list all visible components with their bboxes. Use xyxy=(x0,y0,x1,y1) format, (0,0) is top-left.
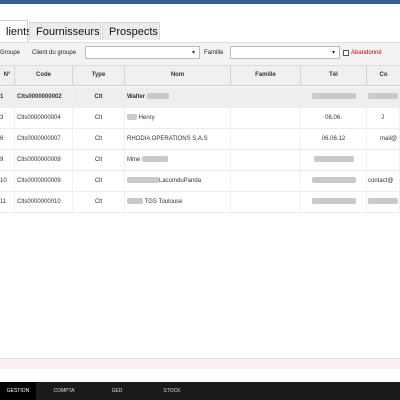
cell-type: Clt xyxy=(73,87,125,108)
tab-prospects[interactable]: Prospects xyxy=(102,22,160,40)
cell-tel xyxy=(301,87,367,108)
cell-famille xyxy=(231,192,301,213)
cell-famille xyxy=(231,171,301,192)
redacted-text xyxy=(311,198,356,205)
cell-code: Clts0000000008 xyxy=(15,150,73,171)
cell-famille xyxy=(231,108,301,129)
chevron-down-icon: ▾ xyxy=(331,50,335,56)
cell-num: 3 xyxy=(0,108,15,129)
cell-tel: 06.06. xyxy=(301,108,367,129)
cell-tel xyxy=(301,192,367,213)
table-row[interactable]: 6 Clts0000000007 Clt RHODIA OPERATIONS S… xyxy=(0,129,400,150)
abandonne-label: Abandonné xyxy=(351,50,382,56)
column-header-type[interactable]: Type xyxy=(73,66,125,85)
cell-code: Clts0000000007 xyxy=(15,129,73,150)
table-header: N° Code Type Nom Famille Tél Co xyxy=(0,66,400,86)
cell-tel: 06.06.12 xyxy=(301,129,367,150)
table-row[interactable]: 3 Clts0000000004 Clt Henry 06.06. J xyxy=(0,108,400,129)
column-header-contact[interactable]: Co xyxy=(367,66,400,85)
cell-code: Clts0000000002 xyxy=(15,87,73,108)
cell-type: Clt xyxy=(73,150,125,171)
famille-label: Famille xyxy=(204,50,224,56)
cell-num: 1 xyxy=(0,87,15,108)
client-group-select[interactable]: ▾ xyxy=(85,46,200,59)
redacted-text xyxy=(313,156,354,163)
cell-contact xyxy=(367,87,400,108)
cell-nom-text: Henry xyxy=(138,115,155,121)
cell-nom-text: Walter xyxy=(127,94,146,100)
chevron-down-icon: ▾ xyxy=(191,50,195,56)
cell-nom: TGS Toulouse xyxy=(125,192,231,213)
group-label: Groupe xyxy=(0,50,21,56)
horizontal-scrollbar[interactable] xyxy=(0,358,400,369)
cell-contact: J xyxy=(367,108,400,129)
tab-clients[interactable]: lients xyxy=(0,20,32,42)
cell-nom: Henry xyxy=(125,108,231,129)
column-header-num[interactable]: N° xyxy=(0,66,15,85)
famille-select[interactable]: ▾ xyxy=(230,46,340,59)
clients-table: N° Code Type Nom Famille Tél Co 1 Clts00… xyxy=(0,66,400,358)
nav-stock[interactable]: STOCK xyxy=(152,382,192,400)
redacted-text xyxy=(311,177,356,184)
cell-famille xyxy=(231,129,301,150)
cell-famille xyxy=(231,87,301,108)
cell-type: Clt xyxy=(73,192,125,213)
cell-tel xyxy=(301,171,367,192)
cell-tel xyxy=(301,150,367,171)
redacted-text xyxy=(311,93,356,100)
redacted-text xyxy=(127,177,159,184)
cell-num: 10 xyxy=(0,171,15,192)
column-header-nom[interactable]: Nom xyxy=(125,66,231,85)
bottom-nav: GESTION COMPTA GED STOCK xyxy=(0,382,400,400)
redacted-text xyxy=(368,198,398,205)
nav-compta[interactable]: COMPTA xyxy=(44,382,84,400)
cell-code: Clts0000000009 xyxy=(15,171,73,192)
window-top-border xyxy=(0,0,400,4)
redacted-text xyxy=(127,114,137,121)
redacted-text xyxy=(142,156,169,163)
tab-bar: lients Fournisseurs Prospects xyxy=(0,20,400,42)
cell-famille xyxy=(231,150,301,171)
table-row[interactable]: 9 Clts0000000008 Clt Mme xyxy=(0,150,400,171)
cell-contact: mail@ xyxy=(367,129,400,150)
cell-num: 11 xyxy=(0,192,15,213)
redacted-text xyxy=(127,198,143,205)
cell-num: 6 xyxy=(0,129,15,150)
cell-contact: contact@ xyxy=(367,171,400,192)
cell-type: Clt xyxy=(73,171,125,192)
cell-nom-text: TGS Toulouse xyxy=(144,199,183,205)
cell-type: Clt xyxy=(73,108,125,129)
cell-nom: RHODIA OPERATIONS S.A.S xyxy=(125,129,231,150)
table-row[interactable]: 10 Clts0000000009 Clt LacomduPanda conta… xyxy=(0,171,400,192)
cell-nom: Walter xyxy=(125,87,231,108)
client-group-label: Client du groupe xyxy=(32,50,77,56)
nav-gestion[interactable]: GESTION xyxy=(0,382,36,400)
cell-nom-text: LacomduPanda xyxy=(159,178,202,184)
cell-code: Clts0000000004 xyxy=(15,108,73,129)
redacted-text xyxy=(146,93,169,100)
cell-nom-text: Mme xyxy=(127,157,141,163)
tab-fournisseurs[interactable]: Fournisseurs xyxy=(29,22,101,40)
cell-code: Clts0000000010 xyxy=(15,192,73,213)
cell-contact xyxy=(367,150,400,171)
filter-bar: Groupe Client du groupe ▾ Famille ▾ Aban… xyxy=(0,42,400,66)
cell-nom: LacomduPanda xyxy=(125,171,231,192)
cell-num: 9 xyxy=(0,150,15,171)
cell-contact xyxy=(367,192,400,213)
column-header-famille[interactable]: Famille xyxy=(231,66,301,85)
table-row[interactable]: 11 Clts0000000010 Clt TGS Toulouse xyxy=(0,192,400,213)
cell-nom: Mme xyxy=(125,150,231,171)
column-header-code[interactable]: Code xyxy=(15,66,73,85)
table-row[interactable]: 1 Clts0000000002 Clt Walter xyxy=(0,87,400,108)
redacted-text xyxy=(368,93,398,100)
abandonne-checkbox[interactable] xyxy=(343,50,349,56)
column-header-tel[interactable]: Tél xyxy=(301,66,367,85)
cell-type: Clt xyxy=(73,129,125,150)
nav-ged[interactable]: GED xyxy=(100,382,134,400)
